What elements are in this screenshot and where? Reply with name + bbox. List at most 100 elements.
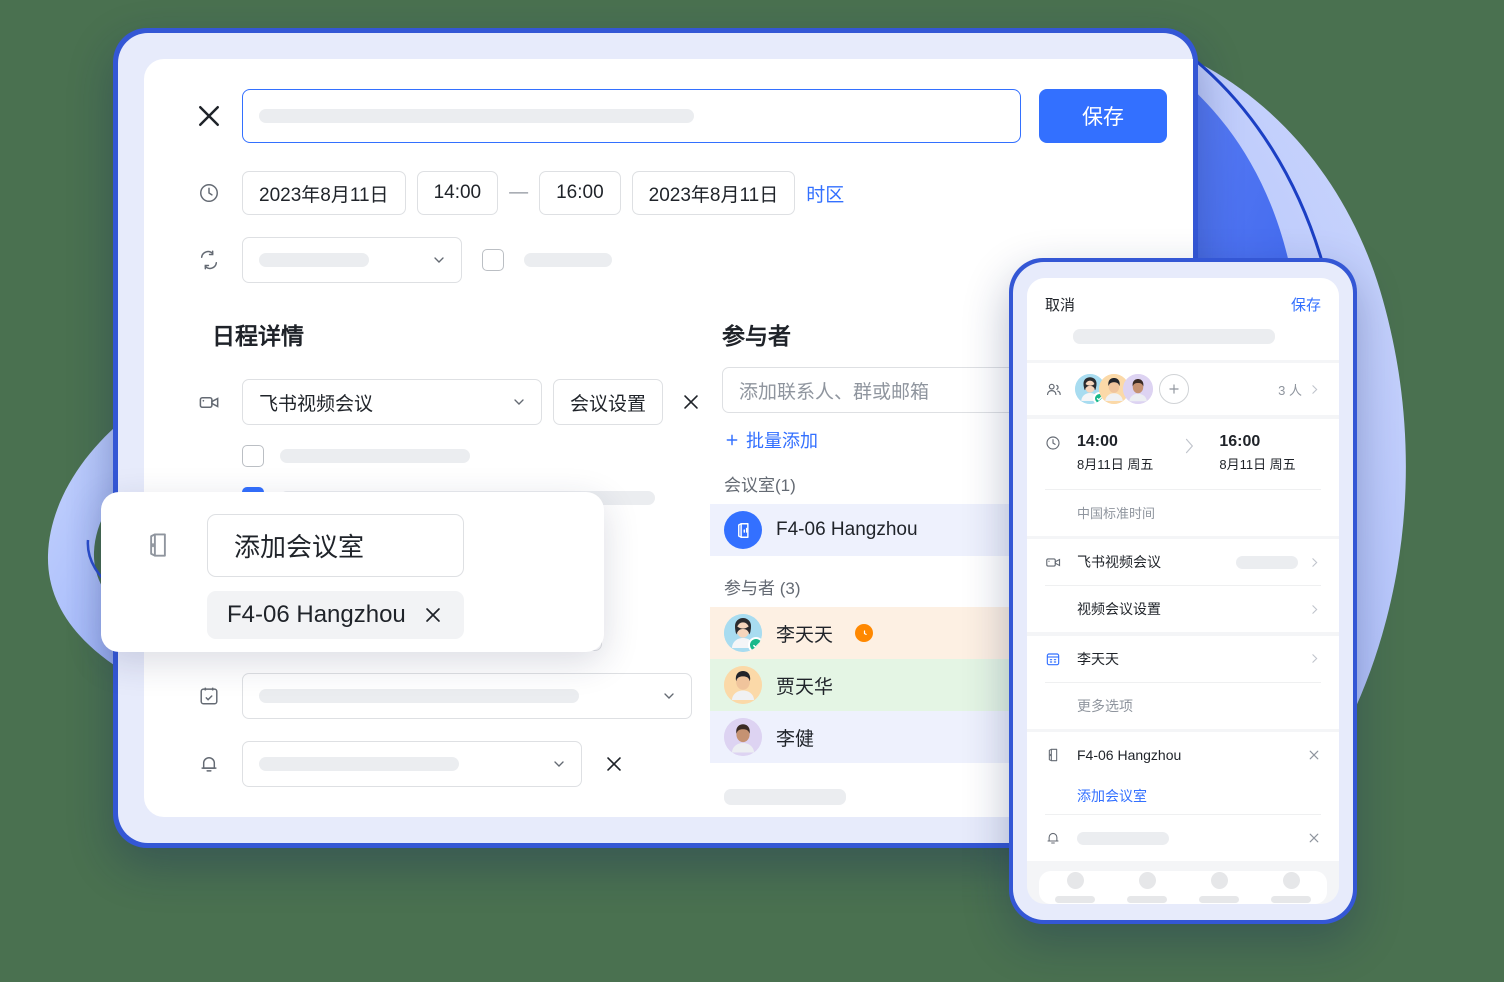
nav-label-bar	[1055, 896, 1095, 904]
calendar-owner-label: 李天天	[1077, 650, 1119, 667]
bell-icon	[1045, 830, 1067, 846]
save-button[interactable]: 保存	[1039, 89, 1167, 143]
avatar	[724, 614, 762, 652]
phone-bezel: 取消 保存 3 人 14:00 8月11日 周五 16:00 8月11日 周五 …	[1013, 262, 1353, 920]
reminder-value-bar	[259, 757, 459, 771]
calendar-select[interactable]	[242, 673, 692, 719]
add-room-popup: 添加会议室 F4-06 Hangzhou	[101, 492, 604, 652]
meeting-settings-label: 视频会议设置	[1077, 601, 1161, 618]
meeting-type-select[interactable]: 飞书视频会议	[242, 379, 542, 425]
remove-reminder-icon[interactable]	[603, 753, 625, 775]
end-time-field[interactable]: 16:00	[539, 171, 621, 215]
repeat-value-bar	[259, 253, 369, 267]
chevron-right-icon	[1312, 385, 1318, 394]
room-name: F4-06 Hangzhou	[1077, 747, 1182, 764]
chevron-down-icon	[514, 399, 524, 405]
timezone-row[interactable]: 中国标准时间	[1027, 490, 1339, 536]
meeting-label: 飞书视频会议	[1077, 554, 1161, 571]
phone-title-input[interactable]	[1027, 315, 1339, 360]
participant-name: 贾天华	[776, 676, 834, 698]
nav-icon	[1066, 872, 1084, 890]
room-row[interactable]: F4-06 Hangzhou	[1027, 732, 1339, 778]
remove-reminder-icon[interactable]	[1307, 831, 1321, 845]
selected-room-tag[interactable]: F4-06 Hangzhou	[207, 591, 464, 639]
nav-label-bar	[1271, 896, 1311, 904]
meeting-settings-row[interactable]: 视频会议设置	[1027, 586, 1339, 632]
phone-time-card: 14:00 8月11日 周五 16:00 8月11日 周五 中国标准时间	[1027, 418, 1339, 536]
chevron-right-icon	[1312, 605, 1318, 614]
check-icon	[752, 642, 760, 648]
meeting-value-bar	[1236, 555, 1298, 569]
participant-search-input[interactable]: 添加联系人、群或邮箱	[722, 367, 1052, 413]
avatar	[724, 718, 762, 756]
add-room-row[interactable]: 添加会议室	[1027, 778, 1339, 814]
clock-icon	[194, 182, 224, 204]
nav-item[interactable]	[1127, 872, 1167, 904]
nav-icon	[1282, 872, 1300, 890]
end-date: 8月11日 周五	[1219, 456, 1296, 472]
reminder-select[interactable]	[242, 741, 582, 787]
nav-item[interactable]	[1271, 872, 1311, 904]
meeting-option-label-1	[280, 449, 470, 463]
add-room-button[interactable]: 添加会议室	[207, 514, 464, 577]
plus-icon	[1169, 384, 1179, 395]
repeat-select[interactable]	[242, 237, 462, 283]
participant-name: 李健	[776, 728, 815, 750]
people-icon	[1045, 381, 1067, 398]
calendar-icon	[194, 685, 224, 707]
selected-room-name: F4-06 Hangzhou	[227, 601, 406, 628]
phone-bottom-nav	[1039, 871, 1327, 904]
start-date: 8月11日 周五	[1077, 456, 1154, 472]
avatar	[1123, 374, 1153, 405]
attendees-row[interactable]: 3 人	[1027, 363, 1339, 415]
end-date-field[interactable]: 2023年8月11日	[631, 171, 796, 215]
nav-item[interactable]	[1055, 872, 1095, 904]
attendee-count-label: 3 人	[1278, 382, 1302, 398]
meeting-option-checkbox-1[interactable]	[242, 445, 264, 467]
time-row[interactable]: 14:00 8月11日 周五 16:00 8月11日 周五	[1027, 419, 1339, 489]
add-attendee-button[interactable]	[1159, 374, 1189, 405]
phone-meeting-card: 飞书视频会议 视频会议设置	[1027, 539, 1339, 633]
meeting-room-icon	[143, 514, 173, 565]
nav-item[interactable]	[1199, 872, 1239, 904]
start-time-field[interactable]: 14:00	[416, 171, 499, 215]
all-day-label-bar	[524, 253, 612, 267]
chevron-right-icon	[1179, 433, 1199, 464]
bell-icon	[194, 753, 224, 775]
start-date-field[interactable]: 2023年8月11日	[242, 171, 406, 215]
phone-toolbar: 取消 保存	[1027, 278, 1339, 315]
remove-room-icon[interactable]	[1307, 748, 1321, 762]
remove-meeting-icon[interactable]	[680, 391, 702, 413]
video-camera-icon	[194, 391, 224, 414]
nav-icon	[1138, 872, 1156, 890]
chevron-down-icon	[434, 257, 444, 263]
event-toolbar: 保存	[144, 59, 1193, 143]
timezone-label: 中国标准时间	[1077, 506, 1156, 522]
more-options-row[interactable]: 更多选项	[1027, 683, 1339, 729]
pending-clock-icon	[855, 624, 874, 642]
all-day-checkbox[interactable]	[482, 249, 504, 271]
timezone-link[interactable]: 时区	[806, 180, 844, 207]
cancel-button[interactable]: 取消	[1045, 294, 1075, 315]
close-icon[interactable]	[194, 101, 224, 131]
chevron-right-icon	[1312, 654, 1318, 664]
add-room-link[interactable]: 添加会议室	[1077, 786, 1147, 806]
meeting-room-icon	[1045, 747, 1067, 763]
calendar-row[interactable]: 李天天	[1027, 636, 1339, 682]
accepted-badge	[748, 637, 762, 652]
phone-attendees-card[interactable]: 3 人	[1027, 363, 1339, 416]
participants-footer-bar	[724, 789, 846, 805]
meeting-row[interactable]: 飞书视频会议	[1027, 539, 1339, 585]
remove-room-icon[interactable]	[422, 604, 444, 626]
phone-room-card: F4-06 Hangzhou 添加会议室	[1027, 732, 1339, 862]
start-time: 14:00	[1077, 432, 1118, 450]
more-options-label: 更多选项	[1077, 697, 1133, 714]
attendee-count: 3 人	[1278, 380, 1321, 399]
event-title-input[interactable]	[242, 89, 1021, 143]
avatar	[724, 666, 762, 704]
chevron-right-icon	[1312, 558, 1318, 567]
meeting-settings-button[interactable]: 会议设置	[553, 379, 664, 425]
meeting-type-value: 飞书视频会议	[259, 393, 374, 415]
reminder-row[interactable]	[1027, 815, 1339, 861]
save-button[interactable]: 保存	[1291, 294, 1321, 315]
